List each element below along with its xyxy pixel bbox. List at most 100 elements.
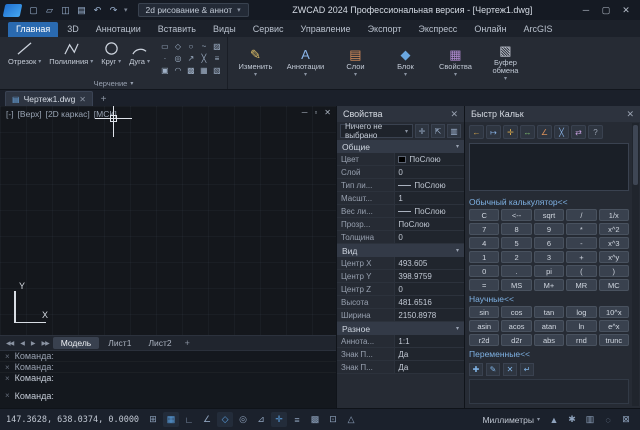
polar-tracking-icon[interactable]: ∠ [199, 412, 215, 427]
doc-restore-button[interactable]: ▫ [314, 108, 317, 117]
calc-button-x^3[interactable]: x^3 [599, 237, 629, 249]
calc-button-+[interactable]: + [566, 251, 596, 263]
hatch-icon[interactable]: ▨ [211, 41, 223, 52]
modify-button[interactable]: ✎Изменить▾ [232, 39, 279, 87]
calc-button-r2d[interactable]: r2d [469, 334, 499, 346]
calc-variables-section-label[interactable]: Переменные<< [465, 346, 640, 361]
ribbon-tab-home[interactable]: Главная [8, 22, 58, 37]
property-value[interactable]: Да [395, 361, 464, 373]
property-value[interactable]: 0 [395, 231, 464, 243]
section-header[interactable]: Вид▾ [337, 244, 464, 257]
last-layout-button[interactable]: ▶▶ [38, 340, 51, 347]
units-conversion-icon[interactable]: ⇄ [571, 125, 586, 139]
clear-display-icon[interactable]: ← [469, 125, 484, 139]
quick-access-customize-icon[interactable]: ▾ [124, 6, 128, 14]
new-drawing-button[interactable]: + [96, 93, 111, 106]
object-snap-icon[interactable]: ◇ [217, 412, 233, 427]
calc-button-MR[interactable]: MR [566, 279, 596, 291]
ray-icon[interactable]: ↗ [185, 53, 197, 64]
calc-button-cos[interactable]: cos [501, 306, 531, 318]
calc-button-([interactable]: ( [566, 265, 596, 277]
annotation-button[interactable]: AАннотации▾ [282, 39, 329, 87]
calc-standard-section-label[interactable]: Обычный калькулятор<< [465, 194, 640, 209]
construction-line-icon[interactable]: ╳ [198, 53, 210, 64]
calc-button-trunc[interactable]: trunc [599, 334, 629, 346]
property-value[interactable]: 0 [395, 283, 464, 295]
document-tab[interactable]: ▤ Чертеж1.dwg ✕ [5, 91, 93, 106]
calc-button-x^y[interactable]: x^y [599, 251, 629, 263]
calc-button-sqrt[interactable]: sqrt [534, 209, 564, 221]
table-icon[interactable]: ▦ [198, 65, 210, 76]
polyline-tool-button[interactable]: Полилиния▾ [46, 40, 96, 67]
calc-button-1[interactable]: 1 [469, 251, 499, 263]
property-value[interactable]: 0 [395, 166, 464, 178]
close-icon[interactable]: × [5, 363, 10, 372]
open-file-icon[interactable]: ▱ [43, 4, 56, 17]
first-layout-button[interactable]: ◀◀ [3, 340, 16, 347]
calc-button-10^x[interactable]: 10^x [599, 306, 629, 318]
property-value[interactable]: ПоСлою [395, 205, 464, 217]
calc-button-pi[interactable]: pi [534, 265, 564, 277]
calc-button-9[interactable]: 9 [534, 223, 564, 235]
calc-variables-tree[interactable] [469, 379, 629, 404]
calc-button-=[interactable]: = [469, 279, 499, 291]
close-icon[interactable]: ✕ [450, 109, 458, 120]
property-value[interactable]: ПоСлою [395, 179, 464, 191]
wipeout-icon[interactable]: ▩ [185, 65, 197, 76]
point-icon[interactable]: · [159, 53, 171, 64]
help-icon[interactable]: ? [588, 125, 603, 139]
ribbon-tab-online[interactable]: Онлайн [466, 22, 514, 37]
ribbon-tab-arcgis[interactable]: ArcGIS [516, 22, 561, 37]
drawing-viewport[interactable]: [-][Верх][2D каркас][МСК] ─▫✕ Y X [0, 106, 336, 335]
new-file-icon[interactable]: ▢ [27, 4, 40, 17]
draw-panel-caption[interactable]: Черчение ▾ [0, 77, 227, 89]
view-direction-control[interactable]: [Верх] [18, 109, 42, 119]
calc-display[interactable] [469, 143, 629, 191]
calc-scrollbar-thumb[interactable] [633, 125, 638, 185]
property-value[interactable]: ПоСлою [395, 218, 464, 230]
prev-layout-button[interactable]: ◀ [17, 340, 27, 347]
calc-button-*[interactable]: * [566, 223, 596, 235]
transparency-icon[interactable]: ▩ [307, 412, 323, 427]
section-header[interactable]: Разное▾ [337, 322, 464, 335]
layout-tab-list2[interactable]: Лист2 [140, 337, 179, 349]
command-line-window[interactable]: ×Команда:×Команда:×Команда: × Команда: [0, 350, 336, 408]
calc-button-5[interactable]: 5 [501, 237, 531, 249]
multiline-icon[interactable]: ≡ [211, 53, 223, 64]
property-value[interactable]: 493.605 [395, 257, 464, 269]
close-icon[interactable]: × [5, 374, 10, 383]
layers-button[interactable]: ▤Слои▾ [332, 39, 379, 87]
delete-variable-icon[interactable]: ✕ [503, 363, 517, 376]
workspace-switching-icon[interactable]: ✱ [564, 412, 580, 427]
calc-button-<--[interactable]: <-- [501, 209, 531, 221]
print-icon[interactable]: ▤ [75, 4, 88, 17]
ribbon-tab-tools[interactable]: Сервис [245, 22, 292, 37]
ribbon-tab-view[interactable]: Виды [205, 22, 244, 37]
calc-button-)[interactable]: ) [599, 265, 629, 277]
circle-tool-button[interactable]: Круг▾ [98, 40, 124, 67]
dynamic-ucs-icon[interactable]: ⊿ [253, 412, 269, 427]
property-value[interactable]: 481.6516 [395, 296, 464, 308]
minimize-button[interactable]: ─ [576, 2, 596, 18]
close-icon[interactable]: × [5, 391, 10, 400]
quick-select-icon[interactable]: ▥ [447, 124, 461, 138]
calc-button-0[interactable]: 0 [469, 265, 499, 277]
calc-button-6[interactable]: 6 [534, 237, 564, 249]
ellipse-icon[interactable]: ○ [185, 41, 197, 52]
snap-mode-icon[interactable]: ⊞ [145, 412, 161, 427]
section-header[interactable]: Общие▾ [337, 140, 464, 153]
viewport-menu-control[interactable]: [-] [6, 109, 14, 119]
spline-icon[interactable]: ~ [198, 41, 210, 52]
calc-button-atan[interactable]: atan [534, 320, 564, 332]
toggle-pickadd-icon[interactable]: ✛ [415, 124, 429, 138]
donut-icon[interactable]: ◎ [172, 53, 184, 64]
command-prompt-row[interactable]: × Команда: [0, 383, 336, 408]
rectangle-icon[interactable]: ▭ [159, 41, 171, 52]
edit-variable-icon[interactable]: ✎ [486, 363, 500, 376]
calc-button-2[interactable]: 2 [501, 251, 531, 263]
ribbon-tab-export[interactable]: Экспорт [360, 22, 410, 37]
close-icon[interactable]: ✕ [79, 95, 86, 104]
calc-button-e^x[interactable]: e^x [599, 320, 629, 332]
distance-between-points-icon[interactable]: ↔ [520, 125, 535, 139]
region-icon[interactable]: ▣ [159, 65, 171, 76]
